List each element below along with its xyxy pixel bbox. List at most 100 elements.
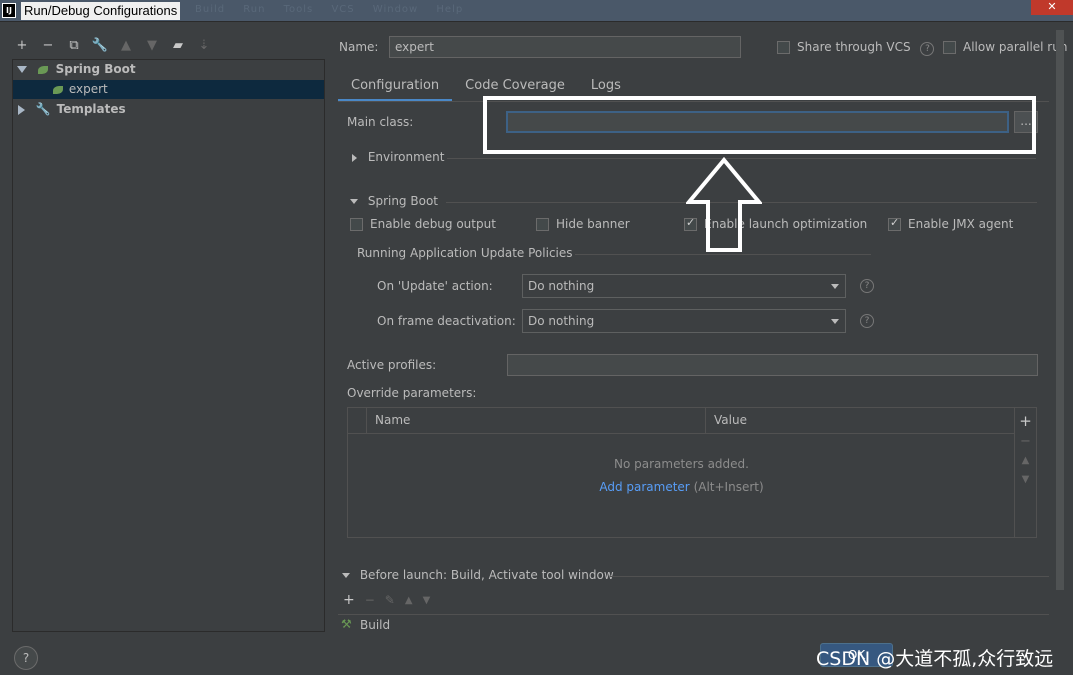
chevron-down-icon [831,284,839,289]
hammer-icon: ⚒ [341,617,352,631]
frame-deactivation-value: Do nothing [528,314,595,328]
tree-group-spring-boot[interactable]: Spring Boot [13,60,324,79]
add-parameter-row: Add parameter (Alt+Insert) [348,480,1015,494]
column-value[interactable]: Value [714,413,747,427]
table-header: Name Value [348,408,1015,434]
update-action-dropdown[interactable]: Do nothing [522,274,846,298]
tab-configuration[interactable]: Configuration [338,75,453,102]
column-divider [366,408,367,433]
enable-debug-label: Enable debug output [370,217,496,231]
jmx-agent-option[interactable]: Enable JMX agent [888,216,1014,231]
app-logo-icon: IJ [2,3,16,18]
chevron-down-icon [831,319,839,324]
column-divider [705,408,706,433]
folder-icon[interactable]: ▰ [169,38,187,53]
copy-icon[interactable]: ⧉ [65,38,83,53]
config-tree: Spring Boot expert 🔧 Templates [12,59,325,632]
jmx-agent-label: Enable JMX agent [908,217,1014,231]
enable-debug-option[interactable]: Enable debug output [350,217,496,231]
window-title: Run/Debug Configurations [21,2,181,20]
active-profiles-label: Active profiles: [347,358,437,372]
minus-icon[interactable]: − [1015,434,1036,449]
environment-label: Environment [367,150,445,164]
spring-boot-section-label: Spring Boot [367,194,438,208]
plus-icon[interactable]: + [1015,412,1036,430]
table-side-toolbar: + − ▲ ▼ [1014,408,1036,537]
help-icon[interactable]: ? [860,314,874,328]
hide-banner-label: Hide banner [556,217,630,231]
override-label: Override parameters: [347,386,477,400]
hide-banner-option[interactable]: Hide banner [536,217,630,231]
enable-debug-checkbox[interactable] [350,218,363,231]
tree-group-label: Spring Boot [55,62,136,76]
update-action-label: On 'Update' action: [377,279,493,293]
vertical-scrollbar[interactable] [1056,30,1064,590]
active-profiles-field[interactable] [507,354,1038,376]
arrow-up-icon[interactable]: ▲ [1015,455,1036,466]
before-launch-label: Before launch: Build, Activate tool wind… [359,568,614,582]
tree-group-templates[interactable]: 🔧 Templates [13,100,324,119]
tree-item-expert[interactable]: expert [13,80,324,99]
add-parameter-link[interactable]: Add parameter [599,480,689,494]
watermark-text: CSDN @大道不孤,众行致远 [816,648,1054,670]
allow-parallel-option[interactable]: Allow parallel run [943,40,1067,54]
arrow-up-annotation-icon [686,157,762,252]
column-name[interactable]: Name [375,413,410,427]
wrench-icon[interactable]: 🔧 [91,38,109,53]
arrow-down-icon[interactable]: ▼ [1015,474,1036,485]
update-action-value: Do nothing [528,279,595,293]
tree-group-label: Templates [56,102,126,116]
before-launch-toggle[interactable]: Before launch: Build, Activate tool wind… [342,568,614,582]
allow-parallel-checkbox[interactable] [943,41,956,54]
spring-boot-icon [53,85,63,94]
jmx-agent-checkbox[interactable] [888,216,901,231]
before-launch-toolbar: + − ✎ ▲ ▼ [343,592,430,608]
add-parameter-shortcut: (Alt+Insert) [693,480,764,494]
share-vcs-label: Share through VCS [797,40,911,54]
arrow-up-icon[interactable]: ▲ [117,38,135,53]
collapse-arrow-icon [342,573,350,578]
help-icon[interactable]: ? [860,279,874,293]
tree-item-label: expert [68,82,108,96]
close-window-button[interactable]: ✕ [1031,0,1073,15]
help-button[interactable]: ? [14,646,38,670]
wrench-icon: 🔧 [35,102,51,116]
pencil-icon[interactable]: ✎ [385,593,395,607]
tree-toolbar: + − ⧉ 🔧 ▲ ▼ ▰ ⇣ [13,36,213,54]
policies-header: Running Application Update Policies [357,246,573,260]
spring-boot-icon [37,65,48,74]
arrow-down-icon[interactable]: ▼ [143,38,161,53]
minus-icon[interactable]: − [365,593,375,607]
empty-message: No parameters added. [614,457,749,471]
frame-deactivation-label: On frame deactivation: [377,314,516,328]
allow-parallel-label: Allow parallel run [963,40,1068,54]
divider [575,254,871,255]
hide-banner-checkbox[interactable] [536,218,549,231]
title-bar: IJ Run/Debug Configurations Build Run To… [0,0,1073,22]
expand-arrow-icon[interactable] [17,66,27,73]
name-label: Name: [339,40,379,54]
name-field[interactable]: expert [389,36,741,58]
spring-boot-section-toggle[interactable]: Spring Boot [350,194,438,208]
arrow-up-icon[interactable]: ▲ [405,595,413,606]
arrow-down-icon[interactable]: ▼ [423,595,431,606]
collapse-arrow-icon[interactable] [18,104,25,115]
share-vcs-option[interactable]: Share through VCS ? [777,40,935,56]
build-item[interactable]: Build [360,618,390,632]
divider [610,576,1049,577]
share-vcs-checkbox[interactable] [777,41,790,54]
help-icon[interactable]: ? [920,42,935,56]
plus-icon[interactable]: + [343,592,355,608]
frame-deactivation-dropdown[interactable]: Do nothing [522,309,846,333]
minus-icon[interactable]: − [39,38,57,53]
sort-icon[interactable]: ⇣ [195,38,213,53]
highlight-box [483,96,1036,154]
background-menu-text: Build Run Tools VCS Window Help [195,4,464,15]
override-parameters-table: Name Value No parameters added. Add para… [347,407,1037,538]
expand-arrow-icon [352,153,357,162]
main-class-label: Main class: [347,115,414,129]
environment-toggle[interactable]: Environment [352,150,444,164]
before-launch-list: ⚒ Build [338,614,1049,632]
collapse-arrow-icon [350,199,358,204]
plus-icon[interactable]: + [13,38,31,53]
